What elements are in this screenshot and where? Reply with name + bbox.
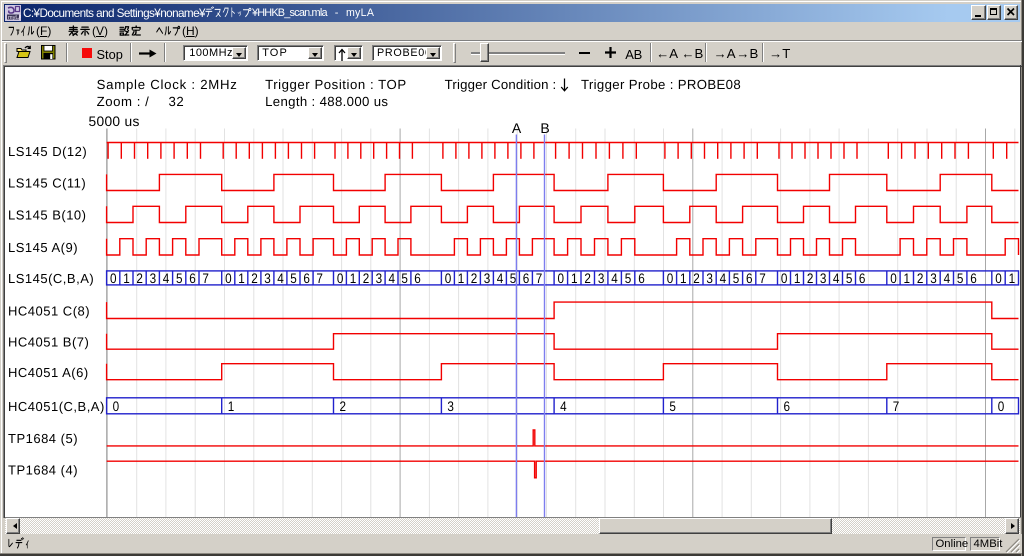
svg-text:6: 6 (746, 271, 753, 286)
svg-text:7: 7 (893, 399, 900, 414)
svg-text:6: 6 (859, 271, 866, 286)
svg-text:4: 4 (944, 271, 951, 286)
svg-text:4: 4 (720, 271, 727, 286)
svg-text:7: 7 (316, 271, 323, 286)
svg-text:Length : 488.000 us: Length : 488.000 us (265, 94, 388, 109)
svg-text:4: 4 (833, 271, 840, 286)
svg-text:LS145 B(10): LS145 B(10) (8, 208, 87, 223)
svg-text:TP1684 (4): TP1684 (4) (8, 463, 78, 478)
svg-text:Trigger Probe : PROBE08: Trigger Probe : PROBE08 (581, 77, 741, 92)
svg-text:1: 1 (238, 271, 245, 286)
svg-text:5: 5 (733, 271, 740, 286)
svg-text:6: 6 (414, 271, 421, 286)
svg-text:5000 us: 5000 us (89, 114, 140, 129)
svg-text:6: 6 (523, 271, 530, 286)
svg-text:7: 7 (759, 271, 766, 286)
svg-text:6: 6 (638, 271, 645, 286)
svg-text:5: 5 (510, 271, 517, 286)
svg-text:HC4051 C(8): HC4051 C(8) (8, 304, 90, 319)
svg-text:LS145 C(11): LS145 C(11) (8, 176, 86, 191)
svg-text:7: 7 (202, 271, 209, 286)
svg-text:7: 7 (536, 271, 543, 286)
svg-text:0: 0 (558, 271, 565, 286)
svg-text:3: 3 (484, 271, 491, 286)
svg-text:3: 3 (706, 271, 713, 286)
svg-text:1: 1 (571, 271, 578, 286)
svg-text:0: 0 (998, 399, 1005, 414)
svg-text:3: 3 (820, 271, 827, 286)
svg-text:Sample Clock : 2MHz: Sample Clock : 2MHz (97, 77, 238, 92)
svg-text:6: 6 (784, 399, 791, 414)
svg-text:0: 0 (113, 399, 120, 414)
svg-text:0: 0 (337, 271, 344, 286)
svg-text:HC4051 A(6): HC4051 A(6) (8, 365, 89, 380)
svg-text:1: 1 (228, 399, 235, 414)
svg-text:Zoom : /: Zoom : / (97, 94, 150, 109)
svg-text:2: 2 (807, 271, 814, 286)
svg-text:5: 5 (176, 271, 183, 286)
svg-text:5: 5 (669, 399, 676, 414)
svg-text:2: 2 (136, 271, 143, 286)
svg-text:4: 4 (277, 271, 284, 286)
svg-text:LS145(C,B,A): LS145(C,B,A) (8, 271, 94, 286)
svg-text:0: 0 (445, 271, 452, 286)
svg-text:A: A (512, 120, 522, 136)
svg-text:6: 6 (303, 271, 310, 286)
svg-text:5: 5 (625, 271, 632, 286)
svg-text:32: 32 (169, 94, 185, 109)
svg-text:1: 1 (123, 271, 130, 286)
svg-text:4: 4 (560, 399, 567, 414)
svg-text:3: 3 (376, 271, 383, 286)
svg-text:0: 0 (225, 271, 232, 286)
svg-text:3: 3 (930, 271, 937, 286)
svg-text:6: 6 (189, 271, 196, 286)
svg-text:5: 5 (401, 271, 408, 286)
svg-text:2: 2 (584, 271, 591, 286)
svg-text:1: 1 (794, 271, 801, 286)
svg-text:B: B (540, 120, 549, 136)
svg-text:2: 2 (917, 271, 924, 286)
svg-text:HC4051 B(7): HC4051 B(7) (8, 335, 89, 350)
svg-text:HC4051(C,B,A): HC4051(C,B,A) (8, 399, 105, 414)
svg-text:0: 0 (890, 271, 897, 286)
svg-text:0: 0 (995, 271, 1002, 286)
svg-text:2: 2 (340, 399, 347, 414)
svg-text:Trigger Position : TOP: Trigger Position : TOP (265, 77, 407, 92)
svg-text:TP1684 (5): TP1684 (5) (8, 431, 78, 446)
svg-text:3: 3 (264, 271, 271, 286)
svg-text:5: 5 (846, 271, 853, 286)
svg-text:4: 4 (611, 271, 618, 286)
svg-text:5: 5 (290, 271, 297, 286)
svg-text:0: 0 (110, 271, 117, 286)
svg-text:3: 3 (447, 399, 454, 414)
svg-text:4: 4 (497, 271, 504, 286)
svg-text:Trigger Condition :: Trigger Condition : (445, 77, 557, 92)
svg-text:2: 2 (693, 271, 700, 286)
svg-text:0: 0 (667, 271, 674, 286)
svg-text:1: 1 (350, 271, 357, 286)
svg-text:LS145 D(12): LS145 D(12) (8, 144, 87, 159)
svg-text:1: 1 (680, 271, 687, 286)
svg-text:2: 2 (363, 271, 370, 286)
svg-text:6: 6 (970, 271, 977, 286)
svg-text:3: 3 (598, 271, 605, 286)
svg-text:4: 4 (389, 271, 396, 286)
svg-text:0: 0 (781, 271, 788, 286)
svg-text:2: 2 (471, 271, 478, 286)
svg-text:5: 5 (957, 271, 964, 286)
svg-text:1: 1 (1009, 271, 1016, 286)
svg-text:1: 1 (458, 271, 465, 286)
svg-text:LS145 A(9): LS145 A(9) (8, 240, 78, 255)
svg-text:3: 3 (150, 271, 157, 286)
svg-text:2: 2 (251, 271, 258, 286)
svg-text:1: 1 (904, 271, 911, 286)
svg-text:4: 4 (163, 271, 170, 286)
